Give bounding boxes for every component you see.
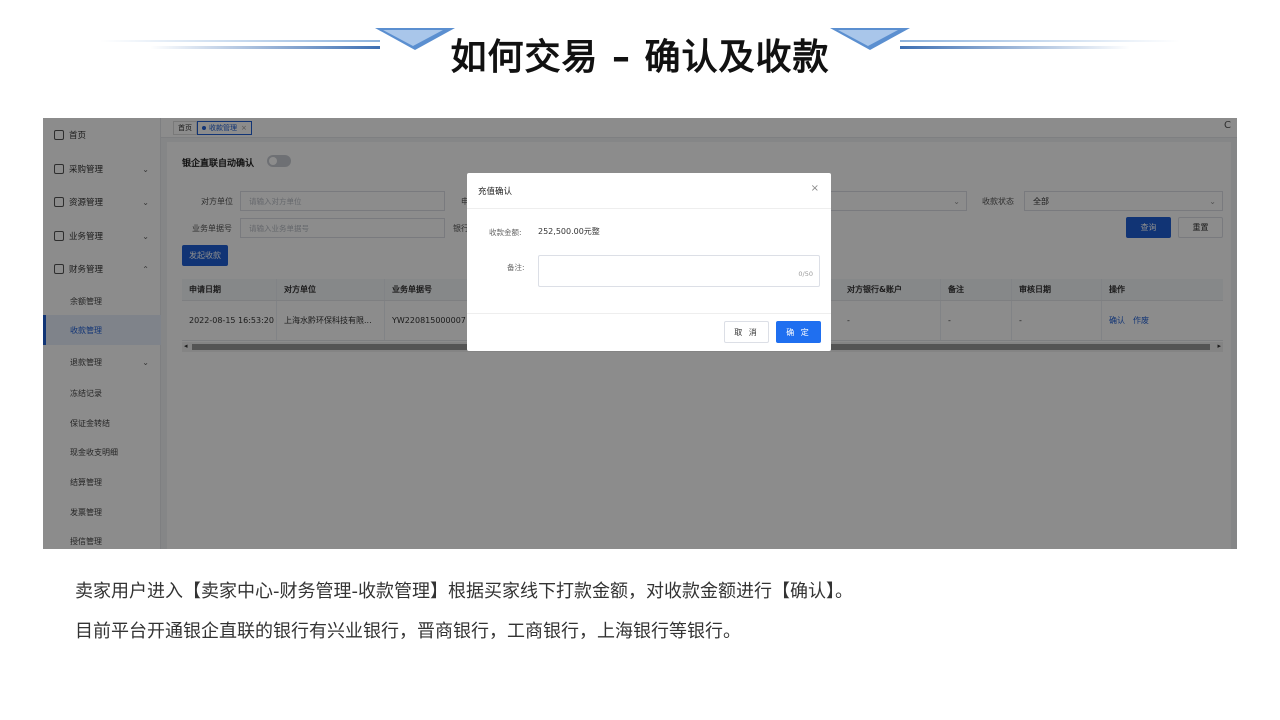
dialog-title: 充值确认 — [478, 187, 513, 197]
recharge-confirm-dialog: 充值确认 × 收款金额: 252,500.00元整 备注: 0/50 取 消 确… — [467, 173, 831, 351]
note-char-counter: 0/50 — [798, 270, 813, 278]
divider — [467, 208, 831, 209]
note-textarea[interactable]: 0/50 — [538, 255, 820, 287]
app-window: 首页 采购管理 ⌄ 资源管理 ⌄ 业务管理 ⌄ 财务管理 ⌃ 余额管理 收款管理… — [43, 118, 1237, 549]
close-icon[interactable]: × — [811, 183, 819, 194]
divider — [467, 313, 831, 314]
cancel-button[interactable]: 取 消 — [724, 321, 769, 343]
amount-label: 收款金额: — [489, 228, 522, 237]
caption-line-1: 卖家用户进入【卖家中心-财务管理-收款管理】根据买家线下打款金额，对收款金额进行… — [75, 581, 853, 602]
amount-value: 252,500.00元整 — [538, 227, 600, 236]
note-label: 备注: — [507, 263, 525, 272]
caption-line-2: 目前平台开通银企直联的银行有兴业银行，晋商银行，工商银行，上海银行等银行。 — [75, 621, 741, 642]
slide-title: 如何交易 – 确认及收款 — [450, 37, 830, 78]
confirm-button[interactable]: 确 定 — [776, 321, 821, 343]
slide-header: 如何交易 – 确认及收款 — [0, 0, 1280, 100]
